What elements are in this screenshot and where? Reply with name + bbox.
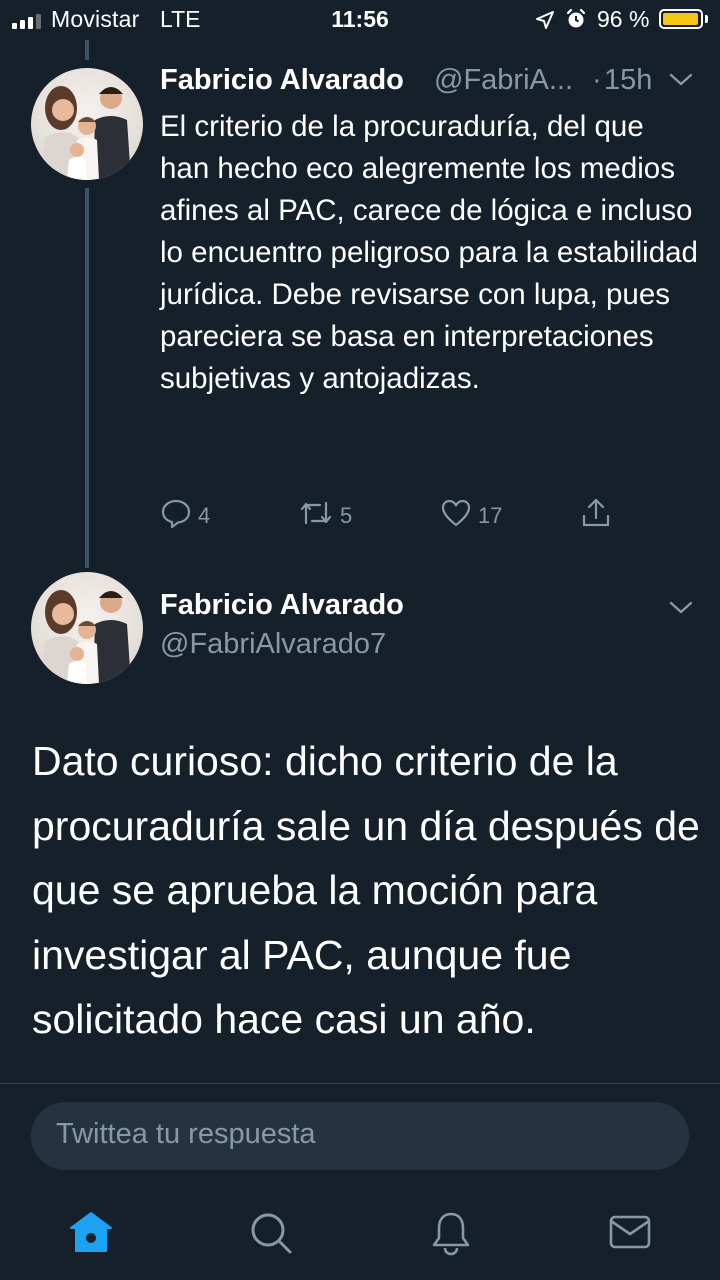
battery-tip xyxy=(705,15,708,23)
like-button[interactable]: 17 xyxy=(440,496,502,536)
retweet-button[interactable]: 5 xyxy=(298,496,352,536)
battery-level xyxy=(663,13,698,25)
tweet-timestamp[interactable]: 15h xyxy=(604,64,652,97)
avatar[interactable] xyxy=(31,68,143,180)
like-count: 17 xyxy=(478,503,503,528)
author-name[interactable]: Fabricio Alvarado xyxy=(160,64,404,97)
search-icon[interactable] xyxy=(248,1210,294,1261)
chevron-down-icon[interactable] xyxy=(668,600,694,621)
thread-line-top xyxy=(85,40,89,60)
tweet-text: El criterio de la procuraduría, del que … xyxy=(160,110,698,395)
avatar[interactable] xyxy=(31,572,143,684)
reply-placeholder[interactable]: Twittea tu respuesta xyxy=(56,1118,316,1151)
share-icon xyxy=(579,496,613,536)
retweet-count: 5 xyxy=(340,503,353,528)
notifications-icon[interactable] xyxy=(429,1210,473,1261)
thread-line xyxy=(85,188,89,568)
tweet-text-main: Dato curioso: dicho criterio de la procu… xyxy=(32,738,700,1042)
heart-icon xyxy=(440,497,472,535)
status-bar: Movistar LTE 11:56 96 % xyxy=(0,0,720,40)
reply-button[interactable]: 4 xyxy=(160,496,210,536)
share-button[interactable] xyxy=(579,496,613,536)
messages-icon[interactable] xyxy=(608,1210,652,1259)
battery-icon xyxy=(659,9,703,29)
author-handle[interactable]: @FabriAlvarado7 xyxy=(160,628,386,661)
separator-dot: · xyxy=(592,64,602,96)
home-icon[interactable] xyxy=(68,1210,114,1259)
reply-count: 4 xyxy=(198,503,211,528)
retweet-icon xyxy=(298,497,334,535)
battery-percent: 96 % xyxy=(597,6,650,32)
chevron-down-icon[interactable] xyxy=(668,72,694,93)
reply-icon xyxy=(160,497,192,535)
alarm-icon xyxy=(565,8,587,36)
divider xyxy=(0,1083,720,1084)
location-arrow-icon xyxy=(535,9,555,36)
author-handle[interactable]: @FabriA... xyxy=(434,64,573,97)
author-name[interactable]: Fabricio Alvarado xyxy=(160,589,404,622)
